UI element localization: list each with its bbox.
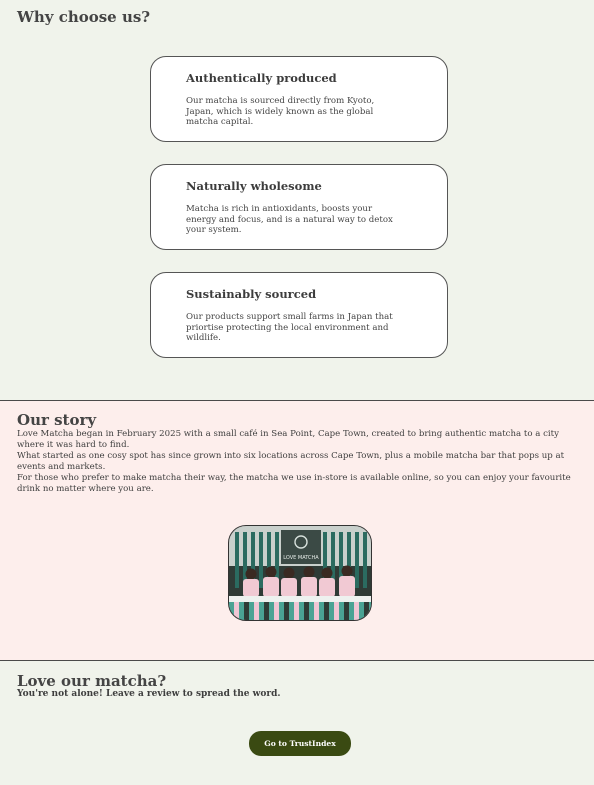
review-cta-section: Love our matcha? You're not alone! Leave… <box>0 661 594 785</box>
feature-card-sustainable: Sustainably sourced Our products support… <box>150 272 448 358</box>
story-paragraph: For those who prefer to make matcha thei… <box>17 473 571 494</box>
feature-card-title: Sustainably sourced <box>186 287 317 301</box>
team-photo: LOVE MATCHA <box>228 525 372 621</box>
feature-card-body: Our matcha is sourced directly from Kyot… <box>186 96 375 128</box>
cafe-sign-text: LOVE MATCHA <box>283 555 319 561</box>
story-paragraph: Love Matcha began in February 2025 with … <box>17 429 559 450</box>
why-choose-us-heading: Why choose us? <box>17 8 151 26</box>
our-story-section: Our story Love Matcha began in February … <box>0 400 594 661</box>
why-choose-us-section: Why choose us? Authentically produced Ou… <box>0 0 594 400</box>
feature-card-authentic: Authentically produced Our matcha is sou… <box>150 56 448 142</box>
feature-card-body: Our products support small farms in Japa… <box>186 312 393 344</box>
our-story-text: Love Matcha began in February 2025 with … <box>17 429 573 495</box>
feature-card-wholesome: Naturally wholesome Matcha is rich in an… <box>150 164 448 250</box>
team-photo-image: LOVE MATCHA <box>229 526 371 620</box>
go-to-trustindex-button[interactable]: Go to TrustIndex <box>249 731 351 756</box>
feature-card-body: Matcha is rich in antioxidants, boosts y… <box>186 204 393 236</box>
review-cta-subtitle: You're not alone! Leave a review to spre… <box>17 689 281 699</box>
our-story-heading: Our story <box>17 411 97 429</box>
story-paragraph: What started as one cosy spot has since … <box>17 451 565 472</box>
feature-card-title: Authentically produced <box>186 71 337 85</box>
review-cta-heading: Love our matcha? <box>17 672 167 690</box>
feature-card-title: Naturally wholesome <box>186 179 322 193</box>
